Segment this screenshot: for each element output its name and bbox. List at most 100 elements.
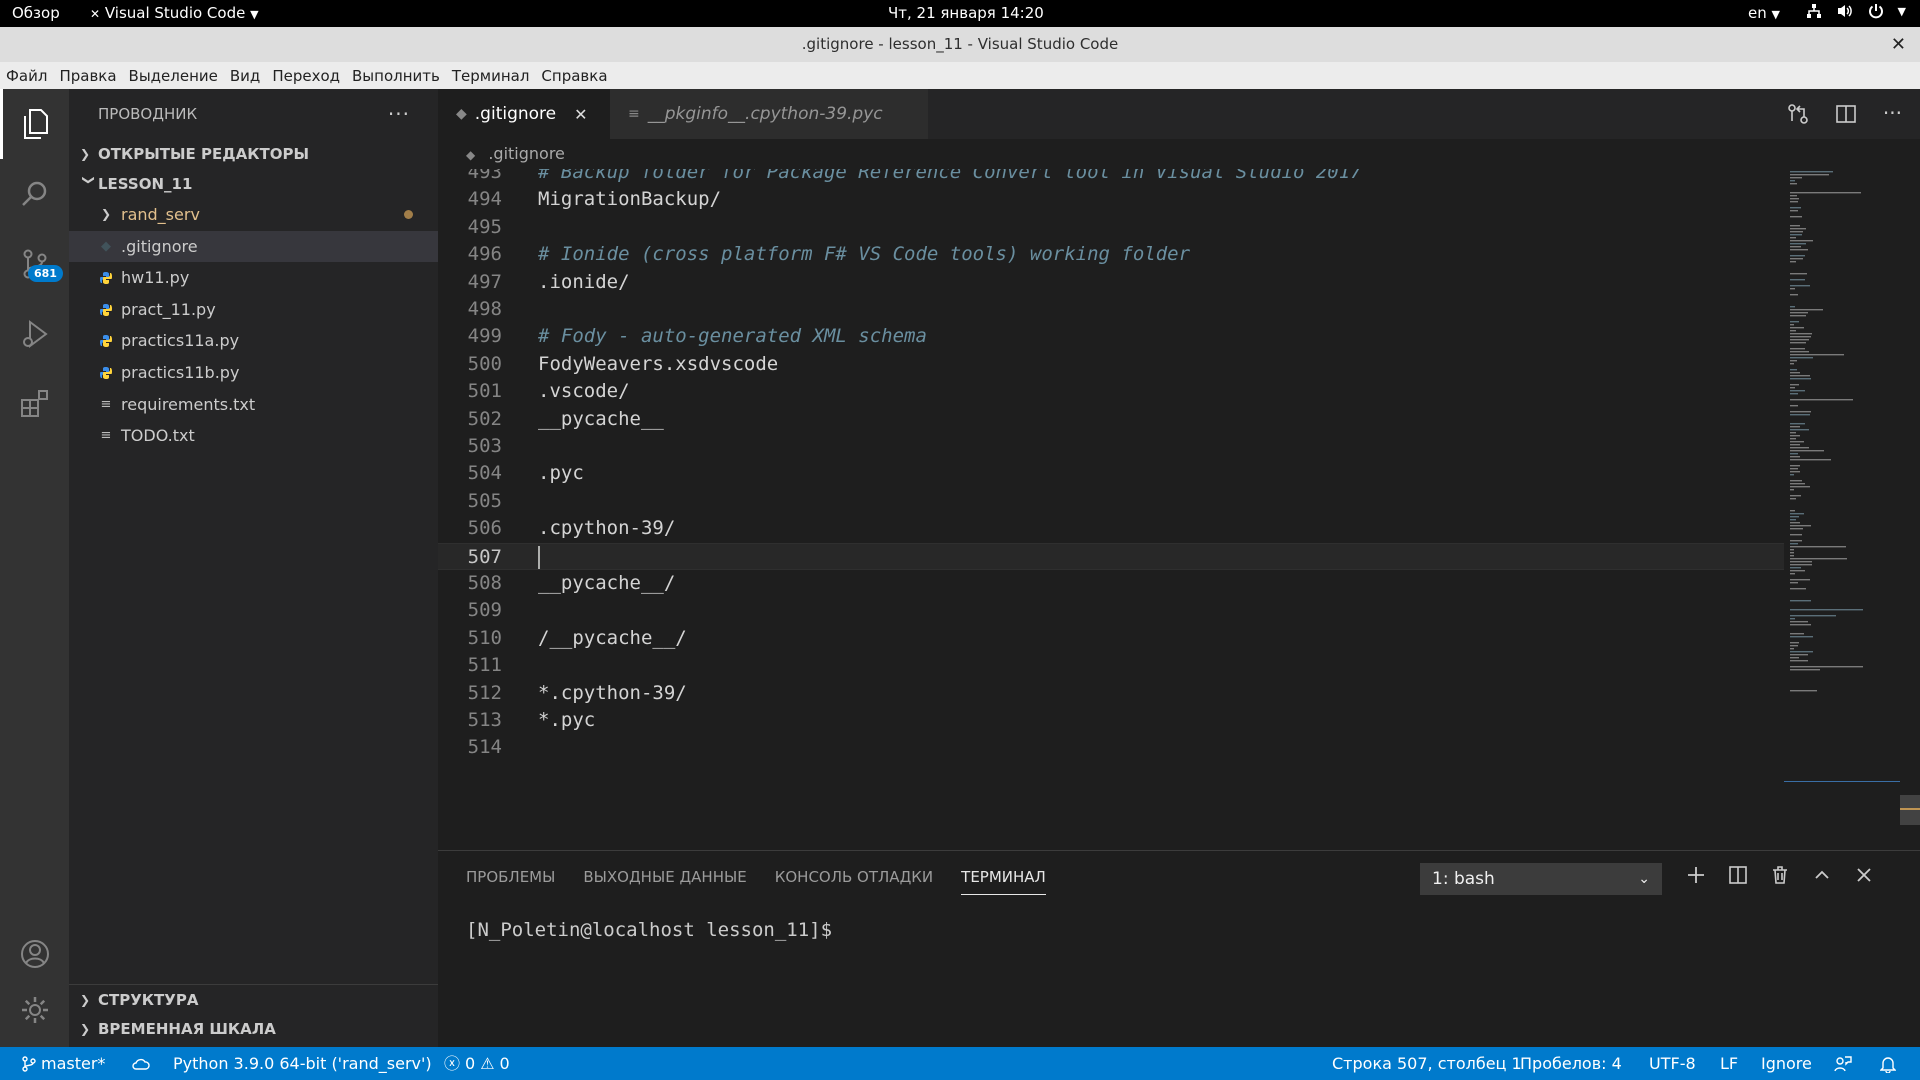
code-line[interactable]: 502 __pycache__ [438, 406, 1784, 433]
code-line[interactable]: 504 .pyc [438, 460, 1784, 487]
source-control-button[interactable]: 681 [0, 229, 69, 299]
line-ending[interactable]: LF [1720, 1047, 1738, 1080]
problems-indicator[interactable]: ⓧ 0 ⚠ 0 [444, 1047, 510, 1080]
outline-section[interactable]: ❯ СТРУКТУРА [69, 984, 438, 1014]
tab-output[interactable]: ВЫХОДНЫЕ ДАННЫЕ [583, 868, 746, 895]
git-branch[interactable]: master* [22, 1047, 105, 1080]
terminal-select[interactable]: 1: bash ⌄ [1420, 863, 1662, 895]
text-file-icon: ≡ [100, 396, 112, 412]
code-line[interactable]: 495 [438, 214, 1784, 241]
code-line[interactable]: 503 [438, 433, 1784, 460]
code-line[interactable]: 514 [438, 734, 1784, 761]
explorer-more-button[interactable]: ··· [388, 89, 410, 139]
tab-terminal[interactable]: ТЕРМИНАЛ [961, 868, 1046, 895]
indentation[interactable]: Пробелов: 4 [1520, 1047, 1622, 1080]
code-line[interactable]: 508 __pycache__/ [438, 570, 1784, 597]
code-text: FodyWeavers.xsdvscode [538, 352, 779, 375]
code-line[interactable]: 501 .vscode/ [438, 378, 1784, 405]
more-actions-icon[interactable]: ··· [1883, 103, 1902, 125]
notifications-button[interactable] [1880, 1047, 1896, 1080]
open-changes-icon[interactable] [1787, 103, 1809, 125]
chevron-up-icon[interactable] [1812, 865, 1832, 885]
clock[interactable]: Чт, 21 января 14:20 [888, 4, 1044, 22]
encoding[interactable]: UTF-8 [1649, 1047, 1696, 1080]
menu-run[interactable]: Выполнить [352, 67, 440, 85]
code-line[interactable]: 498 [438, 296, 1784, 323]
menu-file[interactable]: Файл [6, 67, 47, 85]
trash-icon[interactable] [1770, 865, 1790, 885]
code-line[interactable]: 513 *.pyc [438, 707, 1784, 734]
code-line[interactable]: 496 # Ionide (cross platform F# VS Code t… [438, 241, 1784, 268]
tree-item-requirements[interactable]: ≡ requirements.txt [69, 389, 438, 421]
language-indicator[interactable]: en ▼ [1748, 4, 1780, 22]
terminal-prompt[interactable]: [N_Poletin@localhost lesson_11]$ [466, 919, 832, 941]
system-tray[interactable]: ▼ [1806, 3, 1906, 19]
split-terminal-icon[interactable] [1728, 865, 1748, 885]
sync-button[interactable] [132, 1047, 150, 1080]
breadcrumb[interactable]: ◆ .gitignore [438, 139, 1920, 169]
code-line[interactable]: 499 # Fody - auto-generated XML schema [438, 323, 1784, 350]
tab-problems[interactable]: ПРОБЛЕМЫ [466, 868, 555, 895]
code-line[interactable]: 509 [438, 597, 1784, 624]
tree-item-gitignore[interactable]: ◆ .gitignore [69, 230, 438, 263]
explorer-sidebar: ПРОВОДНИК ··· ❯ ОТКРЫТЫЕ РЕДАКТОРЫ ❯ LES… [69, 89, 438, 1047]
new-terminal-icon[interactable] [1686, 865, 1706, 885]
open-editors-section[interactable]: ❯ ОТКРЫТЫЕ РЕДАКТОРЫ [69, 139, 438, 169]
tree-item-pract-11[interactable]: pract_11.py [69, 294, 438, 326]
close-icon[interactable]: ✕ [574, 105, 587, 124]
tree-item-label: rand_serv [121, 205, 200, 224]
line-number: 514 [467, 736, 502, 759]
app-menu[interactable]: ✕ Visual Studio Code ▼ [90, 4, 259, 22]
split-editor-icon[interactable] [1835, 103, 1857, 125]
explorer-button[interactable] [0, 89, 69, 159]
code-line[interactable]: 511 [438, 652, 1784, 679]
gitignore-file-icon: ◆ [456, 106, 467, 122]
timeline-label: ВРЕМЕННАЯ ШКАЛА [98, 1020, 276, 1038]
python-interpreter[interactable]: Python 3.9.0 64-bit ('rand_serv') [173, 1047, 432, 1080]
menu-help[interactable]: Справка [541, 67, 607, 85]
menu-terminal[interactable]: Терминал [452, 67, 530, 85]
tree-item-hw11[interactable]: hw11.py [69, 262, 438, 294]
code-text: *.cpython-39/ [538, 681, 687, 704]
minimap[interactable] [1784, 169, 1900, 850]
chevron-down-icon: ⌄ [1638, 871, 1650, 887]
code-line[interactable]: 507 [438, 542, 1784, 570]
workspace-section[interactable]: ❯ LESSON_11 [69, 169, 438, 199]
settings-button[interactable] [0, 975, 69, 1045]
close-icon[interactable] [1854, 865, 1874, 885]
menu-selection[interactable]: Выделение [129, 67, 218, 85]
window-close-button[interactable]: ✕ [1891, 27, 1906, 62]
timeline-section[interactable]: ❯ ВРЕМЕННАЯ ШКАЛА [69, 1014, 438, 1044]
line-number: 509 [467, 599, 502, 622]
tab-gitignore[interactable]: ◆ .gitignore ✕ [438, 89, 610, 139]
menu-go[interactable]: Переход [272, 67, 340, 85]
code-line[interactable]: 506 .cpython-39/ [438, 515, 1784, 542]
menu-edit[interactable]: Правка [59, 67, 116, 85]
cursor-position[interactable]: Строка 507, столбец 1 [1332, 1047, 1522, 1080]
code-line[interactable]: 510 /__pycache__/ [438, 625, 1784, 652]
extensions-button[interactable] [0, 369, 69, 439]
run-debug-button[interactable] [0, 299, 69, 369]
code-line[interactable]: 493 # Backup folder for Package Reference… [438, 169, 1784, 186]
line-number: 508 [467, 572, 502, 594]
feedback-button[interactable] [1834, 1047, 1852, 1080]
tab-pkginfo[interactable]: ≡ __pkginfo__.cpython-39.pyc [610, 89, 928, 139]
tree-item-practics11a[interactable]: practics11a.py [69, 325, 438, 357]
editor-scrollbar[interactable] [1900, 795, 1920, 825]
code-editor[interactable]: 493 # Backup folder for Package Reference… [438, 169, 1784, 850]
line-number: 513 [467, 709, 502, 731]
tree-item-practics11b[interactable]: practics11b.py [69, 357, 438, 389]
code-line[interactable]: 500 FodyWeavers.xsdvscode [438, 351, 1784, 378]
menu-view[interactable]: Вид [230, 67, 260, 85]
code-line[interactable]: 497 .ionide/ [438, 269, 1784, 296]
code-line[interactable]: 505 [438, 488, 1784, 515]
tree-item-rand-serv[interactable]: ❯ rand_serv [69, 199, 438, 231]
code-line[interactable]: 512 *.cpython-39/ [438, 680, 1784, 707]
activities-button[interactable]: Обзор [12, 4, 60, 22]
python-file-icon [95, 303, 117, 317]
search-button[interactable] [0, 159, 69, 229]
code-line[interactable]: 494 MigrationBackup/ [438, 186, 1784, 213]
tab-debug-console[interactable]: КОНСОЛЬ ОТЛАДКИ [775, 868, 933, 895]
tree-item-todo[interactable]: ≡ TODO.txt [69, 420, 438, 452]
language-mode[interactable]: Ignore [1761, 1047, 1812, 1080]
